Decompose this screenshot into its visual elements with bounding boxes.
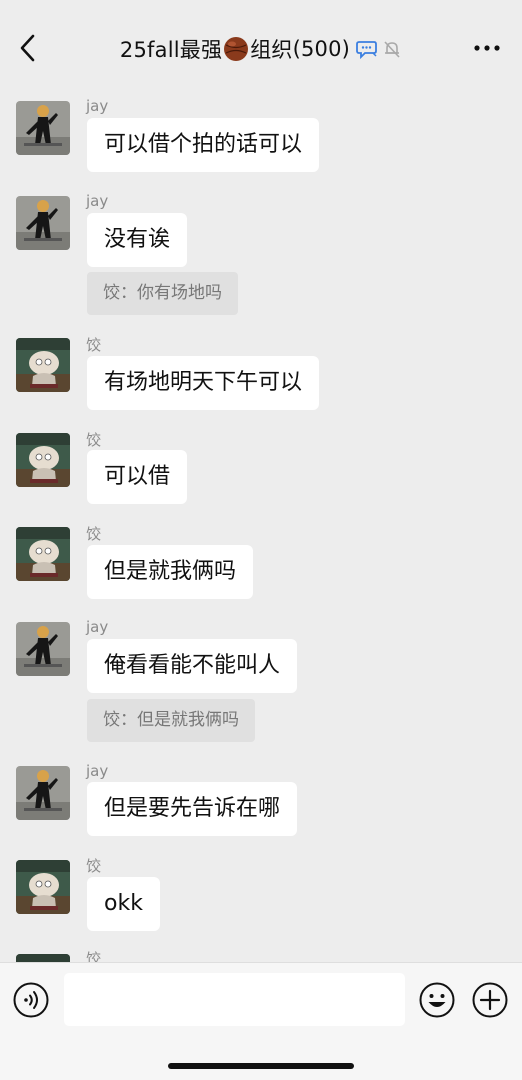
message-item: 饺 有场地明天下午可以 <box>0 334 522 414</box>
message-item: jay 可以借个拍的话可以 <box>0 97 522 177</box>
sender-name: jay <box>86 762 109 780</box>
jay-avatar[interactable] <box>16 766 70 820</box>
jay-avatar[interactable] <box>16 622 70 676</box>
jay-avatar[interactable] <box>16 101 70 155</box>
member-count: (500) <box>292 37 351 61</box>
chat-title[interactable]: 25fall最强 组织 (500) <box>0 33 522 65</box>
chat-title-prefix: 25fall最强 <box>119 38 223 62</box>
message-bubble[interactable]: 没有诶 <box>87 213 188 267</box>
message-item: 饺 okk <box>0 855 522 935</box>
jiao-avatar[interactable] <box>16 338 70 392</box>
chat-header: 25fall最强 组织 (500) <box>0 0 522 80</box>
message-item: jay 但是要先告诉在哪 <box>0 762 522 842</box>
mute-bell-icon <box>384 41 400 58</box>
sender-name: 饺 <box>86 950 102 962</box>
message-input[interactable] <box>64 973 405 1026</box>
sender-name: jay <box>86 192 109 210</box>
jiao-avatar[interactable] <box>16 954 70 962</box>
plus-icon[interactable] <box>472 982 508 1018</box>
message-bubble[interactable]: 但是要先告诉在哪 <box>87 782 298 836</box>
emoji-icon[interactable] <box>419 982 455 1018</box>
message-item: 饺 但是就我俩吗 <box>0 523 522 603</box>
message-bubble[interactable]: 但是就我俩吗 <box>87 545 254 599</box>
jay-avatar[interactable] <box>16 196 70 250</box>
sender-name: 饺 <box>86 336 102 354</box>
message-bubble[interactable]: 有场地明天下午可以 <box>87 356 320 410</box>
message-item: 饺 <box>0 948 522 962</box>
jiao-avatar[interactable] <box>16 527 70 581</box>
sender-name: jay <box>86 618 109 636</box>
message-bubble[interactable]: okk <box>87 877 160 931</box>
chat-title-suffix: 组织 <box>250 38 293 62</box>
voice-icon[interactable] <box>13 982 49 1018</box>
message-bubble[interactable]: 可以借个拍的话可以 <box>87 118 320 172</box>
quoted-message[interactable]: 饺：但是就我俩吗 <box>87 699 255 742</box>
quoted-message[interactable]: 饺：你有场地吗 <box>87 272 238 315</box>
message-bubble[interactable]: 俺看看能不能叫人 <box>87 639 298 693</box>
home-indicator <box>168 1063 354 1069</box>
sender-name: jay <box>86 97 109 115</box>
message-bubble[interactable]: 可以借 <box>87 450 188 504</box>
chat-bubble-icon <box>356 41 377 60</box>
basketball-icon <box>224 37 249 61</box>
more-icon[interactable] <box>472 36 502 60</box>
sender-name: 饺 <box>86 431 102 449</box>
sender-name: 饺 <box>86 525 102 543</box>
jiao-avatar[interactable] <box>16 433 70 487</box>
message-item: jay 没有诶 饺：你有场地吗 <box>0 192 522 317</box>
message-item: 饺 可以借 <box>0 429 522 509</box>
sender-name: 饺 <box>86 857 102 875</box>
message-item: jay 俺看看能不能叫人 饺：但是就我俩吗 <box>0 618 522 743</box>
jiao-avatar[interactable] <box>16 860 70 914</box>
